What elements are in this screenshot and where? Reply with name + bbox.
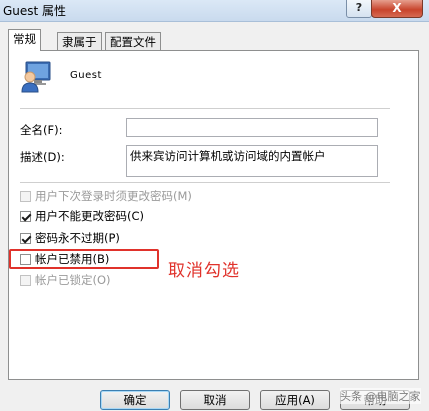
fullname-field[interactable] [126,118,378,137]
option-label: 帐户已锁定(O) [35,273,111,287]
help-title-button[interactable]: ? [346,0,372,18]
checkbox[interactable] [20,190,31,202]
option-label: 密码永不过期(P) [35,231,120,245]
annotation-text: 取消勾选 [168,261,240,281]
option-password-never-expires[interactable]: 密码永不过期(P) [20,230,120,246]
ok-button[interactable]: 确定 [100,390,170,410]
tab-member-of[interactable]: 隶属于 [57,32,102,50]
username: Guest [70,70,102,81]
checkbox[interactable] [20,210,31,222]
divider [20,108,390,109]
user-account-icon [21,61,51,93]
title-bar: Guest 属性 ? X [0,0,429,22]
checkbox[interactable] [20,274,31,286]
tab-general[interactable]: 常规 [8,29,41,51]
close-button[interactable]: X [371,0,423,18]
option-account-locked[interactable]: 帐户已锁定(O) [20,272,111,288]
close-icon: X [392,1,402,15]
option-cannot-change-password[interactable]: 用户不能更改密码(C) [20,208,144,224]
option-label: 用户不能更改密码(C) [35,209,145,223]
checkbox[interactable] [20,232,31,244]
cancel-button[interactable]: 取消 [180,390,250,410]
tab-profile[interactable]: 配置文件 [105,32,161,50]
description-label: 描述(D): [20,150,65,164]
divider [20,182,390,183]
option-must-change-password[interactable]: 用户下次登录时须更改密码(M) [20,188,192,204]
fullname-label: 全名(F): [20,123,63,137]
apply-button[interactable]: 应用(A) [260,390,330,410]
option-label: 用户下次登录时须更改密码(M) [35,189,192,203]
description-field[interactable]: 供来宾访问计算机或访问域的内置帐户 [126,145,378,177]
highlight-box [9,249,159,269]
watermark: 头条 @电脑之家 [340,388,421,404]
window-title: Guest 属性 [3,4,67,18]
question-icon: ? [355,1,363,14]
